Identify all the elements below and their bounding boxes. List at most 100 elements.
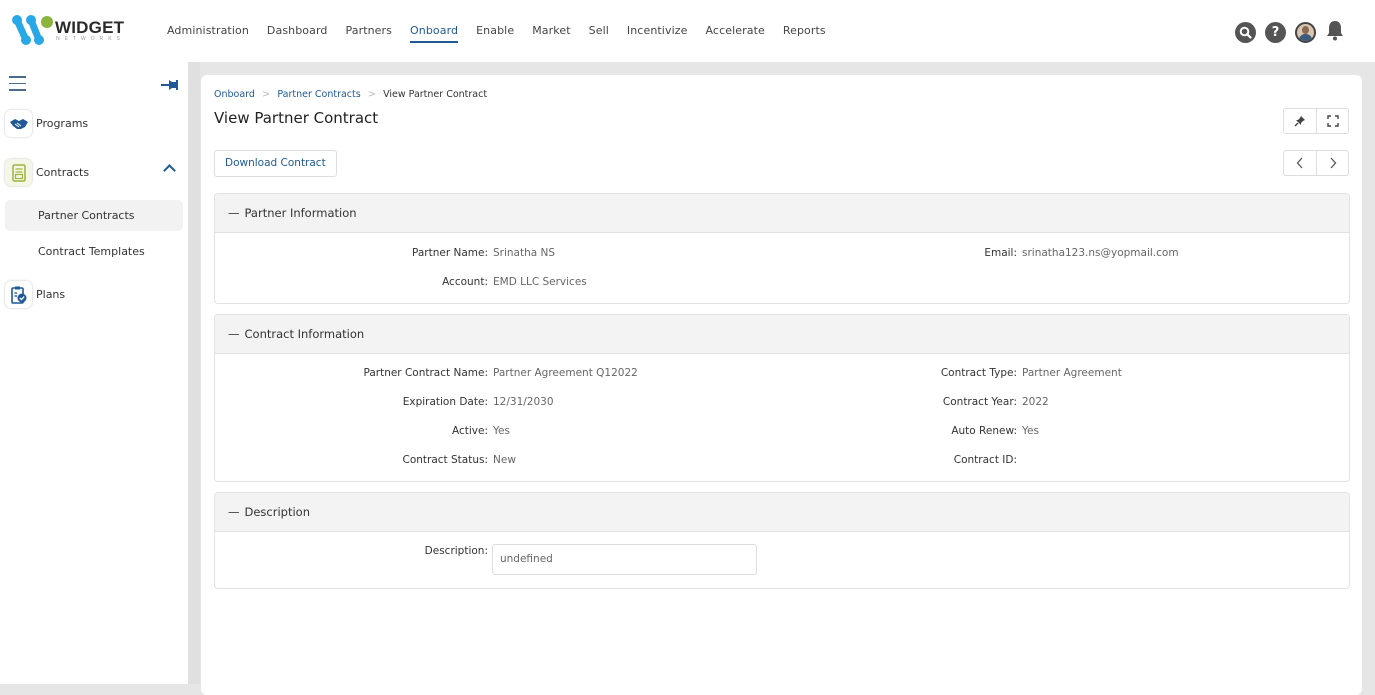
nav-partners[interactable]: Partners <box>337 0 402 62</box>
widget-networks-logo[interactable]: WIDGET NETWORKS <box>12 14 142 48</box>
field-value: New <box>493 454 516 466</box>
contract-information-panel: — Contract Information Partner Contract N… <box>214 314 1350 482</box>
sidebar-item-label: Contracts <box>36 166 90 179</box>
description-textbox[interactable]: undefined <box>492 544 757 575</box>
sidebar-item-label: Programs <box>36 117 89 130</box>
handshake-icon <box>5 110 32 137</box>
auto-renew-field: Auto Renew: Yes <box>815 425 1039 437</box>
chevron-left-icon <box>1296 157 1303 169</box>
help-icon[interactable]: ? <box>1265 21 1286 43</box>
main-content: Onboard > Partner Contracts > View Partn… <box>201 75 1362 695</box>
nav-market[interactable]: Market <box>523 0 579 62</box>
expiration-date-field: Expiration Date: 12/31/2030 <box>215 396 554 408</box>
breadcrumb-partner-contracts[interactable]: Partner Contracts <box>277 89 360 100</box>
field-label: Email: <box>984 247 1017 259</box>
partner-information-header[interactable]: — Partner Information <box>215 194 1349 233</box>
active-field: Active: Yes <box>215 425 510 437</box>
email-field: Email: srinatha123.ns@yopmail.com <box>815 247 1179 259</box>
field-label: Auto Renew: <box>951 425 1017 437</box>
pin-icon <box>1294 116 1305 127</box>
contract-status-field: Contract Status: New <box>215 454 516 466</box>
fullscreen-button[interactable] <box>1316 109 1348 133</box>
nav-administration[interactable]: Administration <box>158 0 258 62</box>
nav-accelerate[interactable]: Accelerate <box>696 0 773 62</box>
chevron-right-icon <box>1330 157 1336 169</box>
section-title: Partner Information <box>244 206 357 220</box>
collapse-icon: — <box>228 327 240 341</box>
bell-icon[interactable] <box>1325 19 1345 45</box>
previous-button[interactable] <box>1284 151 1316 175</box>
user-avatar[interactable] <box>1295 21 1316 43</box>
page-title: View Partner Contract <box>214 109 379 127</box>
nav-onboard[interactable]: Onboard <box>401 0 467 62</box>
collapse-icon: — <box>228 206 240 220</box>
pin-sidebar-icon[interactable] <box>161 76 179 95</box>
partner-information-panel: — Partner Information Partner Name: Srina… <box>214 193 1350 304</box>
breadcrumb-onboard[interactable]: Onboard <box>214 89 255 100</box>
expand-icon <box>1326 115 1339 127</box>
hamburger-menu-icon[interactable] <box>9 76 26 96</box>
field-label: Contract Status: <box>402 454 488 466</box>
field-label: Expiration Date: <box>402 396 488 408</box>
field-label: Active: <box>451 425 488 437</box>
nav-incentivize[interactable]: Incentivize <box>618 0 697 62</box>
nav-dashboard[interactable]: Dashboard <box>258 0 337 62</box>
field-label: Account: <box>442 276 488 288</box>
sidebar-subitem-contract-templates[interactable]: Contract Templates <box>5 236 183 267</box>
sidebar-item-contracts[interactable]: Contracts <box>5 159 89 186</box>
field-value: srinatha123.ns@yopmail.com <box>1022 247 1179 259</box>
contract-type-field: Contract Type: Partner Agreement <box>815 367 1122 379</box>
brand-subtitle: NETWORKS <box>56 36 125 42</box>
view-actions <box>1283 108 1349 134</box>
field-label: Contract Year: <box>942 396 1017 408</box>
clipboard-check-icon <box>5 281 32 308</box>
partner-name-field: Partner Name: Srinatha NS <box>215 247 555 259</box>
nav-reports[interactable]: Reports <box>774 0 835 62</box>
contract-name-field: Partner Contract Name: Partner Agreement… <box>215 367 638 379</box>
field-value: Partner Agreement Q12022 <box>493 367 638 379</box>
sidebar: Programs Contracts Partner Contracts Con… <box>0 62 188 684</box>
contract-information-header[interactable]: — Contract Information <box>215 315 1349 354</box>
field-value: EMD LLC Services <box>493 276 587 288</box>
section-title: Description <box>244 505 311 519</box>
download-contract-button[interactable]: Download Contract <box>214 150 337 177</box>
description-panel: — Description Description: undefined <box>214 492 1350 589</box>
contract-year-field: Contract Year: 2022 <box>815 396 1049 408</box>
field-label: Partner Contract Name: <box>363 367 488 379</box>
field-value: Partner Agreement <box>1022 367 1122 379</box>
description-label-field: Description: <box>215 545 488 557</box>
pin-button[interactable] <box>1284 109 1316 133</box>
field-label: Contract ID: <box>953 454 1017 466</box>
sidebar-subitem-partner-contracts[interactable]: Partner Contracts <box>5 200 183 231</box>
nav-enable[interactable]: Enable <box>467 0 523 62</box>
document-icon <box>5 159 32 186</box>
sidebar-item-plans[interactable]: Plans <box>5 281 65 308</box>
section-title: Contract Information <box>244 327 365 341</box>
field-label: Partner Name: <box>411 247 488 259</box>
sidebar-scrollbar[interactable] <box>188 62 200 684</box>
next-button[interactable] <box>1316 151 1348 175</box>
breadcrumb: Onboard > Partner Contracts > View Partn… <box>214 89 487 100</box>
record-pager <box>1283 150 1349 176</box>
breadcrumb-current: View Partner Contract <box>383 89 488 100</box>
breadcrumb-separator-icon: > <box>367 89 377 100</box>
sidebar-item-label: Plans <box>36 288 66 301</box>
field-value: Srinatha NS <box>493 247 556 259</box>
description-header[interactable]: — Description <box>215 493 1349 532</box>
search-icon[interactable] <box>1235 21 1256 43</box>
field-value: Yes <box>1022 425 1039 437</box>
chevron-up-icon[interactable] <box>163 164 176 177</box>
account-field: Account: EMD LLC Services <box>215 276 587 288</box>
nav-sell[interactable]: Sell <box>580 0 618 62</box>
field-value: Yes <box>493 425 510 437</box>
breadcrumb-separator-icon: > <box>261 89 271 100</box>
logo-mark-icon <box>12 15 53 45</box>
field-value: 2022 <box>1022 396 1049 408</box>
sidebar-item-programs[interactable]: Programs <box>5 110 88 137</box>
contract-id-field: Contract ID: <box>815 454 1022 466</box>
field-value: 12/31/2030 <box>493 396 554 408</box>
collapse-icon: — <box>228 505 240 519</box>
field-label: Contract Type: <box>940 367 1017 379</box>
top-navbar: WIDGET NETWORKS Administration Dashboard… <box>0 0 1375 62</box>
header-actions: ? <box>1235 19 1345 45</box>
